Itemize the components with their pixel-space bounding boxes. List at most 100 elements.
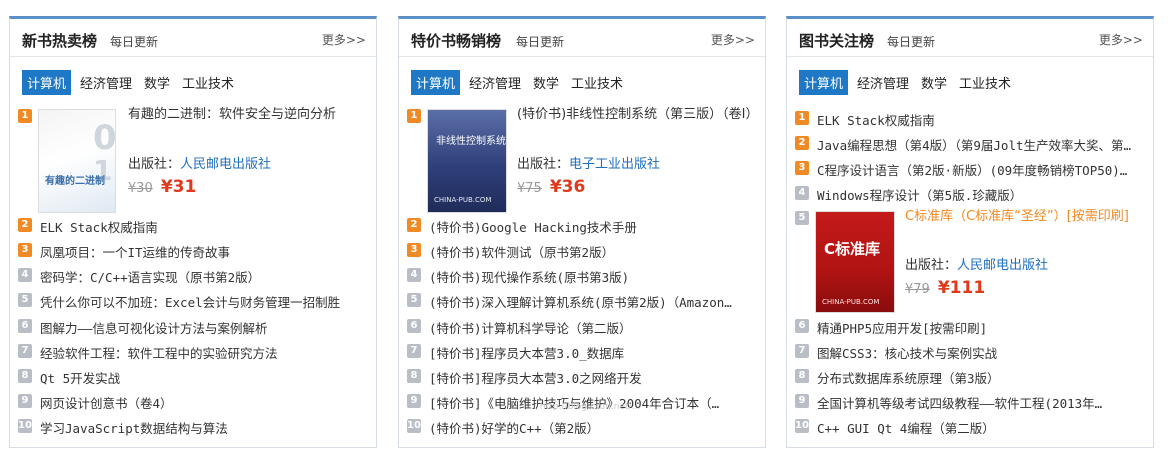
- list-item[interactable]: 2 Java编程思想（第4版）（第9届Jolt生产效率大奖、第…: [795, 132, 1145, 154]
- list-item[interactable]: 5 (特价书)深入理解计算机系统(原书第2版)（Amazon…: [407, 289, 757, 311]
- list-item[interactable]: 4 Windows程序设计（第5版.珍藏版）: [795, 182, 1145, 204]
- original-price: ¥79: [905, 282, 930, 297]
- list-item[interactable]: 10 学习JavaScript数据结构与算法: [18, 415, 368, 437]
- cover-title: 有趣的二进制: [45, 176, 105, 187]
- book-title[interactable]: 精通PHP5应用开发[按需印刷]: [817, 318, 1137, 337]
- list-item[interactable]: 2 ELK Stack权威指南: [18, 214, 368, 236]
- book-title[interactable]: 图解力——信息可视化设计方法与案例解析: [40, 318, 360, 337]
- book-title[interactable]: [特价书]程序员大本营3.0之网络开发: [429, 368, 749, 387]
- book-title[interactable]: 凭什么你可以不加班：Excel会计与财务管理一招制胜: [40, 292, 360, 311]
- tab-math[interactable]: 数学: [530, 70, 562, 95]
- book-title[interactable]: (特价书)Google Hacking技术手册: [429, 217, 749, 236]
- book-cover-image[interactable]: 非线性控制系统 CHINA-PUB.COM: [427, 109, 507, 213]
- book-title[interactable]: C++ GUI Qt 4编程（第二版）: [817, 418, 1137, 437]
- book-title[interactable]: 经验软件工程：软件工程中的实验研究方法: [40, 343, 360, 362]
- tab-industry[interactable]: 工业技术: [956, 70, 1014, 95]
- rank-badge: 8: [18, 369, 32, 383]
- list-item[interactable]: 7 图解CSS3：核心技术与案例实战: [795, 340, 1145, 362]
- rank-badge: 4: [795, 186, 809, 200]
- list-item[interactable]: 8 分布式数据库系统原理（第3版）: [795, 365, 1145, 387]
- book-title[interactable]: Windows程序设计（第5版.珍藏版）: [817, 185, 1137, 204]
- featured-publisher: 出版社：人民邮电出版社: [905, 258, 1049, 273]
- book-title[interactable]: (特价书)深入理解计算机系统(原书第2版)（Amazon…: [429, 292, 749, 311]
- book-cover-image[interactable]: 0 1 有趣的二进制: [38, 109, 116, 213]
- book-title[interactable]: 凤凰项目：一个IT运维的传奇故事: [40, 242, 360, 261]
- list-item[interactable]: 10 C++ GUI Qt 4编程（第二版）: [795, 415, 1145, 437]
- featured-price: ¥30 ¥31: [128, 177, 196, 197]
- featured-title[interactable]: (特价书)非线性控制系统（第三版）（卷I）: [517, 105, 758, 125]
- book-title[interactable]: 密码学：C/C++语言实现（原书第2版）: [40, 267, 360, 286]
- list-item[interactable]: 7 [特价书]程序员大本营3.0_数据库: [407, 340, 757, 362]
- tab-economics[interactable]: 经济管理: [77, 70, 135, 95]
- sale-price: ¥31: [160, 177, 197, 197]
- more-link[interactable]: 更多>>: [1099, 31, 1143, 48]
- tab-math[interactable]: 数学: [918, 70, 950, 95]
- more-link[interactable]: 更多>>: [322, 31, 366, 48]
- list-item[interactable]: 9 网页设计创意书（卷4）: [18, 390, 368, 412]
- list-item[interactable]: 3 (特价书)软件测试（原书第2版）: [407, 239, 757, 261]
- book-title[interactable]: (特价书)软件测试（原书第2版）: [429, 242, 749, 261]
- list-item[interactable]: 9 全国计算机等级考试四级教程——软件工程(2013年…: [795, 390, 1145, 412]
- book-cover-image[interactable]: C标准库 CHINA-PUB.COM: [815, 211, 895, 313]
- list-item[interactable]: 10 (特价书)好学的C++（第2版）: [407, 415, 757, 437]
- rank-badge: 6: [407, 319, 421, 333]
- book-title[interactable]: 分布式数据库系统原理（第3版）: [817, 368, 1137, 387]
- list-item[interactable]: 6 图解力——信息可视化设计方法与案例解析: [18, 315, 368, 337]
- list-item[interactable]: 5 凭什么你可以不加班：Excel会计与财务管理一招制胜: [18, 289, 368, 311]
- book-title[interactable]: [特价书]程序员大本营3.0_数据库: [429, 343, 749, 362]
- list-item[interactable]: 8 [特价书]程序员大本营3.0之网络开发: [407, 365, 757, 387]
- book-title[interactable]: 图解CSS3：核心技术与案例实战: [817, 343, 1137, 362]
- tab-computer[interactable]: 计算机: [411, 69, 461, 95]
- book-title[interactable]: (特价书)计算机科学导论（第二版）: [429, 318, 749, 337]
- featured-title[interactable]: C标准库（C标准库“圣经”）[按需印刷]: [905, 207, 1145, 227]
- panel-subtitle: 每日更新: [110, 35, 159, 49]
- category-tabs: 计算机 经济管理 数学 工业技术: [799, 69, 1020, 95]
- tab-math[interactable]: 数学: [141, 70, 173, 95]
- list-item[interactable]: 1 ELK Stack权威指南: [795, 107, 1145, 129]
- category-tabs: 计算机 经济管理 数学 工业技术: [22, 69, 243, 95]
- tab-industry[interactable]: 工业技术: [179, 70, 237, 95]
- book-title[interactable]: ELK Stack权威指南: [817, 110, 1137, 129]
- book-title[interactable]: (特价书)好学的C++（第2版）: [429, 418, 749, 437]
- list-item[interactable]: 6 精通PHP5应用开发[按需印刷]: [795, 315, 1145, 337]
- list-item[interactable]: 8 Qt 5开发实战: [18, 365, 368, 387]
- featured-title[interactable]: 有趣的二进制：软件安全与逆向分析: [128, 105, 368, 125]
- tab-computer[interactable]: 计算机: [799, 69, 849, 95]
- rank-badge: 4: [407, 268, 421, 282]
- category-tabs: 计算机 经济管理 数学 工业技术: [411, 69, 632, 95]
- rank-badge: 2: [18, 218, 32, 232]
- book-title[interactable]: Qt 5开发实战: [40, 368, 360, 387]
- tab-computer[interactable]: 计算机: [22, 69, 72, 95]
- book-title[interactable]: (特价书)现代操作系统(原书第3版): [429, 267, 749, 286]
- book-title[interactable]: 学习JavaScript数据结构与算法: [40, 418, 360, 437]
- book-title[interactable]: 全国计算机等级考试四级教程——软件工程(2013年…: [817, 393, 1137, 412]
- list-item[interactable]: 2 (特价书)Google Hacking技术手册: [407, 214, 757, 236]
- tab-industry[interactable]: 工业技术: [568, 70, 626, 95]
- book-title[interactable]: Java编程思想（第4版）（第9届Jolt生产效率大奖、第…: [817, 135, 1137, 154]
- panel-title: 新书热卖榜: [22, 32, 98, 50]
- rank-badge: 2: [407, 218, 421, 232]
- list-item[interactable]: 6 (特价书)计算机科学导论（第二版）: [407, 315, 757, 337]
- book-title[interactable]: 网页设计创意书（卷4）: [40, 393, 360, 412]
- original-price: ¥30: [128, 181, 153, 196]
- rank-badge: 8: [795, 369, 809, 383]
- rank-badge: 1: [407, 109, 421, 123]
- rank-badge: 8: [407, 369, 421, 383]
- book-title[interactable]: ELK Stack权威指南: [40, 217, 360, 236]
- rank-badge: 6: [18, 319, 32, 333]
- featured-publisher: 出版社：人民邮电出版社: [128, 157, 272, 172]
- list-item[interactable]: 4 密码学：C/C++语言实现（原书第2版）: [18, 264, 368, 286]
- publisher-link[interactable]: 人民邮电出版社: [957, 258, 1048, 273]
- more-link[interactable]: 更多>>: [711, 31, 755, 48]
- rank-badge: 9: [407, 394, 421, 408]
- list-item[interactable]: 3 凤凰项目：一个IT运维的传奇故事: [18, 239, 368, 261]
- list-item[interactable]: 4 (特价书)现代操作系统(原书第3版): [407, 264, 757, 286]
- publisher-link[interactable]: 电子工业出版社: [569, 157, 660, 172]
- cover-title: 非线性控制系统: [436, 136, 506, 147]
- list-item[interactable]: 7 经验软件工程：软件工程中的实验研究方法: [18, 340, 368, 362]
- publisher-link[interactable]: 人民邮电出版社: [180, 157, 271, 172]
- tab-economics[interactable]: 经济管理: [466, 70, 524, 95]
- list-item[interactable]: 3 C程序设计语言（第2版·新版）(09年度畅销榜TOP50)…: [795, 157, 1145, 179]
- book-title[interactable]: C程序设计语言（第2版·新版）(09年度畅销榜TOP50)…: [817, 160, 1137, 179]
- tab-economics[interactable]: 经济管理: [854, 70, 912, 95]
